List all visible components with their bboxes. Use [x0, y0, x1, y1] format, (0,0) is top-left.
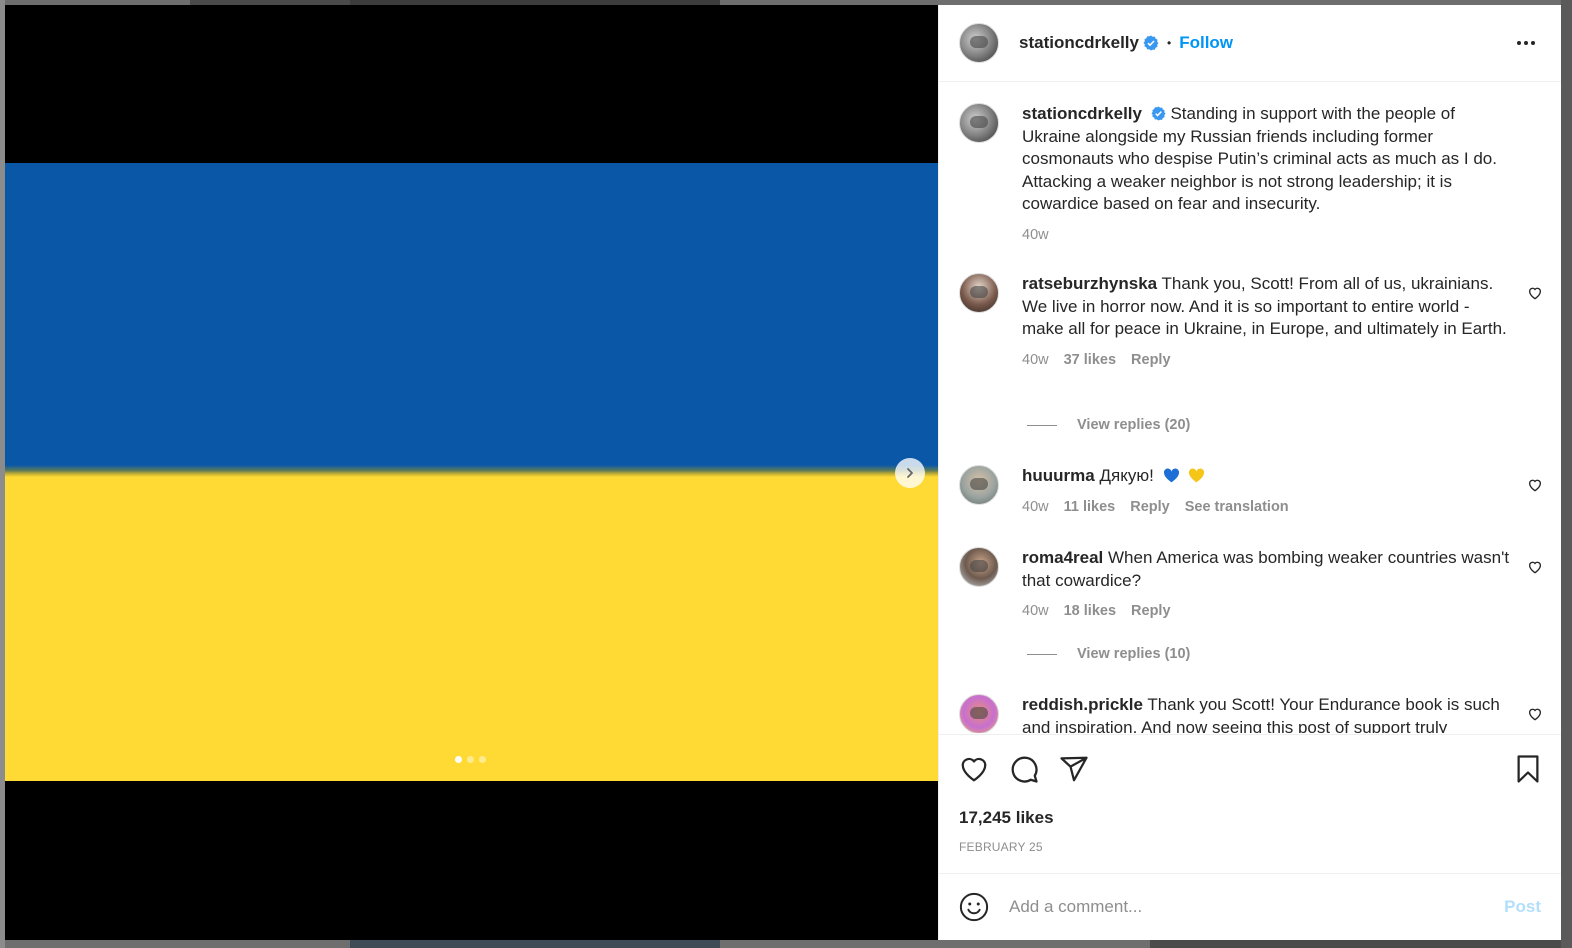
likes-count[interactable]: 17,245 likes — [959, 808, 1054, 828]
post-side-panel: stationcdrkelly • Follow stationcdrkelly… — [938, 5, 1561, 940]
commenter-avatar[interactable] — [959, 465, 999, 505]
comments-list[interactable]: stationcdrkelly Standing in support with… — [939, 83, 1561, 733]
slide-dot — [479, 756, 486, 763]
slide-indicator — [455, 756, 486, 763]
share-icon[interactable] — [1059, 754, 1089, 784]
comment-username[interactable]: reddish.prickle — [1022, 695, 1143, 714]
ukraine-flag-image — [5, 163, 938, 781]
view-replies-label: View replies (10) — [1077, 646, 1191, 662]
comment-item: ratseburzhynska Thank you, Scott! From a… — [959, 273, 1543, 371]
replies-line — [1027, 424, 1057, 426]
next-slide-button[interactable] — [895, 458, 925, 488]
heart-icon[interactable] — [959, 754, 989, 784]
post-comment-button[interactable]: Post — [1504, 897, 1541, 917]
slide-dot-active — [455, 756, 462, 763]
comment-time[interactable]: 40w — [1022, 600, 1049, 623]
comment-input[interactable] — [1009, 897, 1505, 917]
comment-likes[interactable]: 11 likes — [1064, 496, 1116, 519]
comment-item: huuurma Дякую! 40w 11 likes Reply See tr… — [959, 465, 1543, 518]
bookmark-icon[interactable] — [1513, 754, 1543, 784]
comment-item: roma4real When America was bombing weake… — [959, 547, 1543, 623]
emoji-icon[interactable] — [959, 892, 989, 922]
separator-dot: • — [1167, 36, 1172, 50]
follow-button[interactable]: Follow — [1179, 33, 1233, 53]
chevron-right-icon — [907, 468, 913, 478]
verified-badge-icon — [1143, 35, 1159, 51]
author-avatar[interactable] — [959, 103, 999, 143]
slide-dot — [467, 756, 474, 763]
comment-time[interactable]: 40w — [1022, 496, 1049, 519]
post-date[interactable]: FEBRUARY 25 — [959, 840, 1043, 854]
view-replies-button[interactable]: View replies (10) — [1027, 646, 1190, 662]
view-replies-button[interactable]: View replies (20) — [1027, 417, 1190, 433]
caption-time[interactable]: 40w — [1022, 224, 1049, 247]
background-thumbnail — [1561, 0, 1572, 948]
post-caption: stationcdrkelly Standing in support with… — [959, 103, 1543, 246]
reply-button[interactable]: Reply — [1131, 349, 1171, 372]
reply-button[interactable]: Reply — [1130, 496, 1170, 519]
comment-text: Дякую! — [1099, 466, 1154, 485]
caption-username[interactable]: stationcdrkelly — [1022, 104, 1142, 123]
more-options-icon[interactable] — [1511, 35, 1541, 51]
add-comment-bar: Post — [939, 873, 1561, 940]
post-media — [5, 5, 938, 940]
background-thumbnail — [1150, 940, 1572, 948]
comment-time[interactable]: 40w — [1022, 349, 1049, 372]
see-translation-button[interactable]: See translation — [1185, 496, 1289, 519]
commenter-avatar[interactable] — [959, 547, 999, 587]
author-username[interactable]: stationcdrkelly — [1019, 33, 1139, 53]
flag-blue-stripe — [5, 163, 938, 472]
yellow-heart-emoji — [1189, 468, 1205, 483]
comment-username[interactable]: ratseburzhynska — [1022, 274, 1157, 293]
flag-seam — [5, 465, 938, 477]
commenter-avatar[interactable] — [959, 273, 999, 313]
flag-yellow-stripe — [5, 472, 938, 781]
like-comment-heart-icon[interactable] — [1527, 706, 1543, 722]
comment-username[interactable]: roma4real — [1022, 548, 1103, 567]
comment-username[interactable]: huuurma — [1022, 466, 1095, 485]
replies-line — [1027, 653, 1057, 655]
background-thumbnail — [350, 940, 720, 948]
comment-icon[interactable] — [1009, 754, 1039, 784]
like-comment-heart-icon[interactable] — [1527, 285, 1543, 301]
post-header: stationcdrkelly • Follow — [939, 5, 1561, 82]
comment-item: reddish.prickle Thank you Scott! Your En… — [959, 694, 1543, 733]
commenter-avatar[interactable] — [959, 694, 999, 733]
view-replies-label: View replies (20) — [1077, 417, 1191, 433]
like-comment-heart-icon[interactable] — [1527, 559, 1543, 575]
action-icons-row — [959, 753, 1543, 785]
post-actions: 17,245 likes FEBRUARY 25 — [939, 734, 1561, 874]
like-comment-heart-icon[interactable] — [1527, 477, 1543, 493]
comment-likes[interactable]: 37 likes — [1064, 349, 1116, 372]
reply-button[interactable]: Reply — [1131, 600, 1171, 623]
verified-badge-icon — [1151, 106, 1166, 121]
comment-likes[interactable]: 18 likes — [1064, 600, 1116, 623]
blue-heart-emoji — [1163, 468, 1179, 483]
author-avatar[interactable] — [959, 23, 999, 63]
